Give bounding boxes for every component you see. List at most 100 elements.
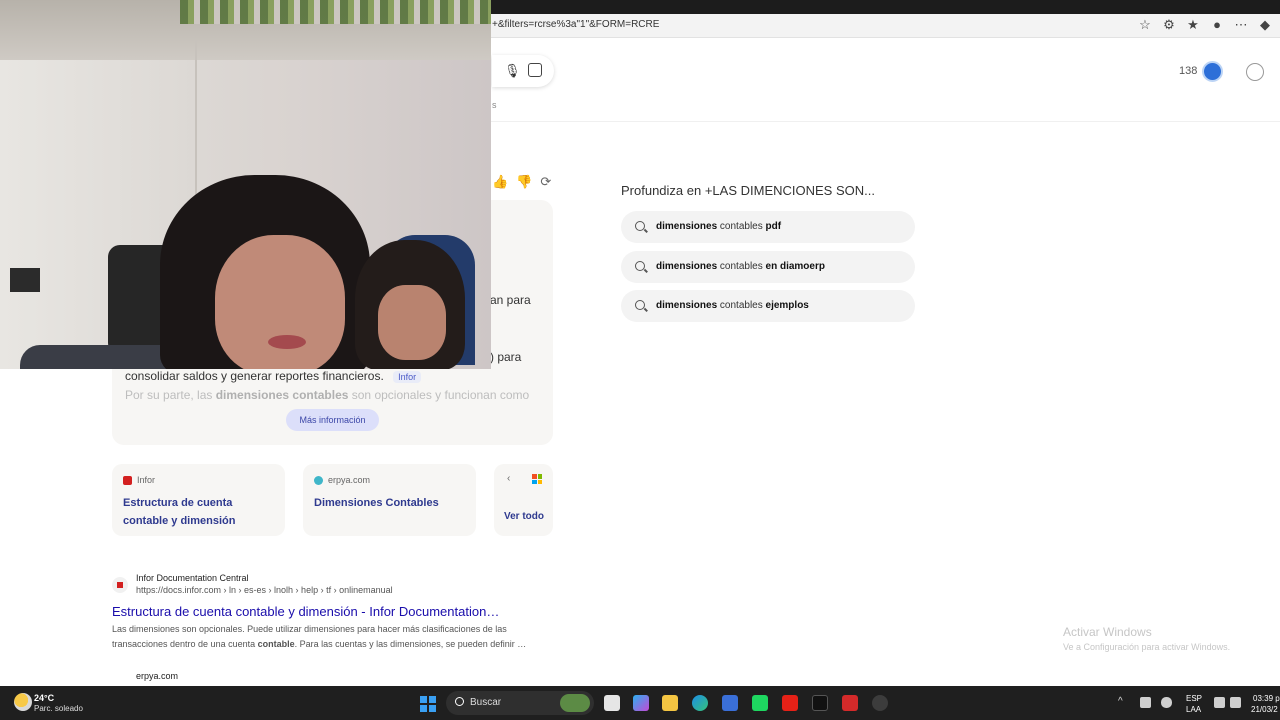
related-searches-title: Profundiza en +LAS DIMENCIONES SON... <box>621 183 875 198</box>
search-highlight-icon <box>560 694 590 712</box>
infor-favicon-icon <box>123 475 132 485</box>
search-icon <box>455 697 464 706</box>
search-icon <box>635 261 645 271</box>
tray-overflow-icon[interactable]: ^ <box>1118 696 1123 707</box>
network-tray-icon[interactable] <box>1140 697 1151 708</box>
windows-start-icon[interactable] <box>420 696 436 712</box>
clock-time[interactable]: 03:39 p <box>1253 694 1280 703</box>
snippet-text: transacciones dentro de una cuenta <box>112 639 258 649</box>
copilot-icon[interactable]: ◆ <box>1258 17 1272 33</box>
snippet-text: . Para las cuentas y las dimensiones, se… <box>294 639 527 649</box>
source-card[interactable]: erpya.com Dimensiones Contables <box>303 464 476 536</box>
activate-windows-watermark: Activar Windows Ve a Configuración para … <box>1063 625 1230 652</box>
rewards-points[interactable]: 138 <box>1179 65 1197 77</box>
source-title[interactable]: Estructura de cuenta contable y dimensió… <box>123 494 278 530</box>
citation-chip[interactable]: Infor <box>393 371 422 383</box>
browser-toolbar: ☆ ⚙ ★ ● ⋯ ◆ <box>1138 17 1272 33</box>
watermark-subtitle: Ve a Configuración para activar Windows. <box>1063 642 1231 652</box>
store-icon[interactable] <box>722 695 738 711</box>
related-bold: dimensiones <box>656 300 718 311</box>
more-info-button[interactable]: Más información <box>286 409 379 431</box>
volume-icon[interactable] <box>1230 697 1241 708</box>
search-box[interactable]: 🎙 <box>492 55 554 87</box>
microphone-tray-icon[interactable] <box>1161 697 1172 708</box>
snippet-line: transacciones dentro de una cuenta conta… <box>112 637 552 652</box>
result-url[interactable]: https://docs.infor.com › ln › es-es › ln… <box>136 585 393 595</box>
file-explorer-icon[interactable] <box>662 695 678 711</box>
wifi-icon[interactable] <box>1214 697 1225 708</box>
answer-feedback: 👍 👎 ⟳ <box>492 174 551 190</box>
chevron-left-icon[interactable]: ‹ <box>507 473 510 484</box>
language-indicator[interactable]: ESP <box>1186 694 1202 703</box>
weather-temperature[interactable]: 24°C <box>34 693 54 703</box>
user-account-icon[interactable] <box>1246 63 1264 81</box>
related-bold: ejemplos <box>765 300 809 311</box>
watermark-title: Activar Windows <box>1063 625 1152 639</box>
url-text[interactable]: +&filters=rcrse%3a"1"&FORM=RCRE <box>492 19 659 30</box>
favorites-icon[interactable]: ★ <box>1186 17 1200 33</box>
taskbar-search-label: Buscar <box>470 697 502 708</box>
answer-faded-text: Por su parte, las <box>125 388 216 402</box>
kick-app-icon[interactable] <box>752 695 768 711</box>
profile-icon[interactable]: ● <box>1210 17 1224 33</box>
visual-search-icon[interactable] <box>528 63 542 77</box>
webcam-frame <box>10 268 40 292</box>
microphone-icon[interactable]: 🎙 <box>504 63 521 79</box>
related-text: contables <box>717 261 766 272</box>
see-all-link[interactable]: Ver todo <box>504 511 544 522</box>
answer-text-faded: Por su parte, las dimensiones contables … <box>125 388 529 402</box>
extensions-icon[interactable]: ⚙ <box>1162 17 1176 33</box>
answer-text-fragment: ) para <box>490 350 522 364</box>
favorite-star-icon[interactable]: ☆ <box>1138 17 1152 33</box>
more-options-icon[interactable]: ⋯ <box>1234 17 1248 33</box>
related-bold: dimensiones <box>656 221 718 232</box>
result-snippet: Las dimensiones son opcionales. Puede ut… <box>112 622 552 652</box>
infor-favicon-icon <box>112 577 128 593</box>
task-view-icon[interactable] <box>604 695 620 711</box>
copilot-app-icon[interactable] <box>633 695 649 711</box>
answer-faded-text: son opcionales y funcionan como <box>348 388 530 402</box>
result-site-name[interactable]: erpya.com <box>136 671 178 681</box>
apps-grid-icon <box>532 474 542 484</box>
search-icon <box>635 300 645 310</box>
chrome-icon[interactable] <box>872 695 888 711</box>
source-title[interactable]: Dimensiones Contables <box>314 494 439 512</box>
related-search-item[interactable]: dimensiones contables en diamoerp <box>621 251 915 283</box>
related-search-item[interactable]: dimensiones contables ejemplos <box>621 290 915 322</box>
source-site-name: erpya.com <box>328 475 371 485</box>
share-icon[interactable]: ⟳ <box>540 174 551 190</box>
taskbar-search[interactable]: Buscar <box>446 691 594 715</box>
keyboard-layout[interactable]: LAA <box>1186 705 1201 714</box>
answer-sentence: consolidar saldos y generar reportes fin… <box>125 369 384 383</box>
snippet-bold: contable <box>257 639 295 649</box>
thumbs-down-icon[interactable]: 👎 <box>516 174 532 190</box>
youtube-icon[interactable] <box>782 695 798 711</box>
tiktok-icon[interactable] <box>812 695 828 711</box>
weather-icon[interactable] <box>14 693 32 711</box>
webcam-person-mouth <box>268 335 306 349</box>
answer-text-fragment: an para <box>490 293 531 307</box>
answer-faded-bold: dimensiones contables <box>215 388 349 402</box>
edge-browser-icon[interactable] <box>692 695 708 711</box>
related-text: contables <box>717 300 766 311</box>
result-site-name[interactable]: Infor Documentation Central <box>136 573 249 583</box>
source-site-name: Infor <box>137 475 156 485</box>
weather-condition[interactable]: Parc. soleado <box>34 704 83 713</box>
pdf-app-icon[interactable] <box>842 695 858 711</box>
source-card[interactable]: Infor Estructura de cuenta contable y di… <box>112 464 285 536</box>
erpya-favicon-icon <box>314 475 323 485</box>
result-title-link[interactable]: Estructura de cuenta contable y dimensió… <box>112 604 499 619</box>
thumbs-up-icon[interactable]: 👍 <box>492 174 508 190</box>
related-bold: dimensiones <box>656 261 718 272</box>
source-site: Infor <box>123 475 155 485</box>
search-tabs[interactable]: s <box>492 100 497 110</box>
related-bold: pdf <box>765 221 782 232</box>
related-search-item[interactable]: dimensiones contables pdf <box>621 211 915 243</box>
rewards-icon[interactable] <box>1202 61 1223 82</box>
see-all-card[interactable]: ‹ Ver todo <box>494 464 553 536</box>
webcam-person-face <box>378 285 446 360</box>
snippet-line: Las dimensiones son opcionales. Puede ut… <box>112 624 507 634</box>
answer-text-line: consolidar saldos y generar reportes fin… <box>125 369 422 383</box>
clock-date[interactable]: 21/03/2 <box>1251 705 1278 714</box>
search-icon <box>635 221 645 231</box>
